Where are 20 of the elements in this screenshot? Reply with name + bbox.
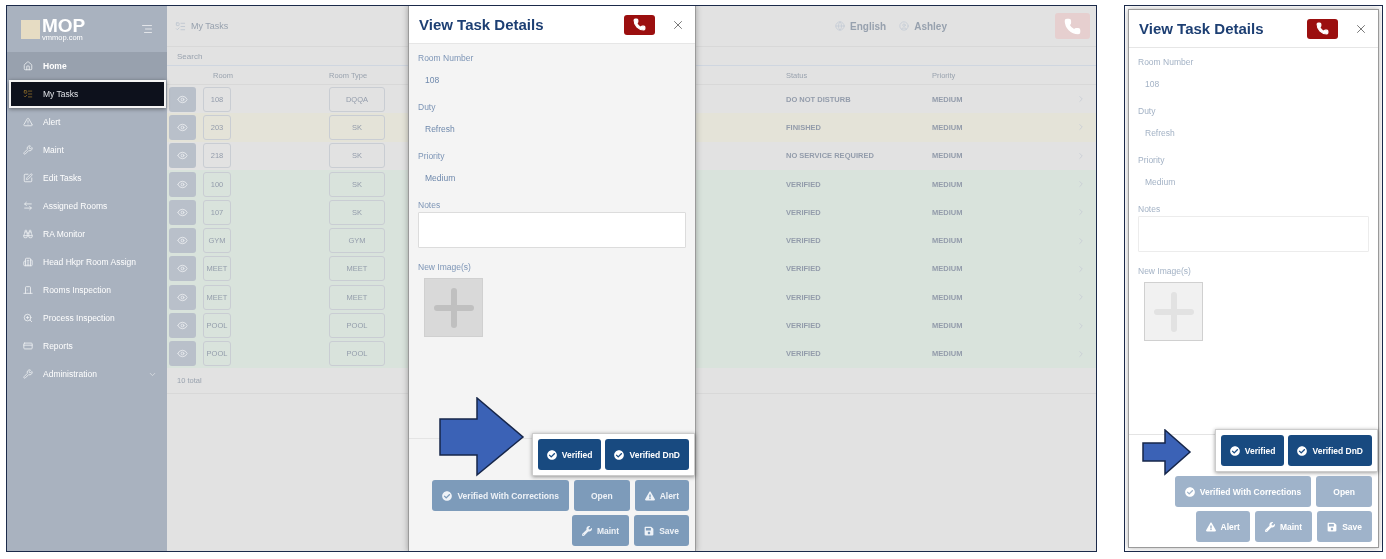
field-label: Notes [418,200,441,210]
logo-text: MOP [42,16,86,36]
field-label: Duty [1138,106,1156,116]
field-label: Notes [1138,204,1161,214]
dialog-title: View Task Details [419,16,545,33]
field-label: Priority [418,151,445,161]
field-label: Room Number [1138,57,1194,67]
page-title: My Tasks [191,21,229,31]
field-value: 108 [1145,79,1160,89]
field-label: New Image(s) [418,262,471,272]
field-label: Room Number [418,53,474,63]
dialog-title: View Task Details [1139,20,1265,37]
field-value: 108 [425,75,440,85]
field-label: Priority [1138,155,1165,165]
field-value: Medium [425,173,456,183]
field-value: Refresh [425,124,455,134]
field-label: New Image(s) [1138,266,1191,276]
field-value: Medium [1145,177,1176,187]
field-label: Duty [418,102,436,112]
field-value: Refresh [1145,128,1175,138]
